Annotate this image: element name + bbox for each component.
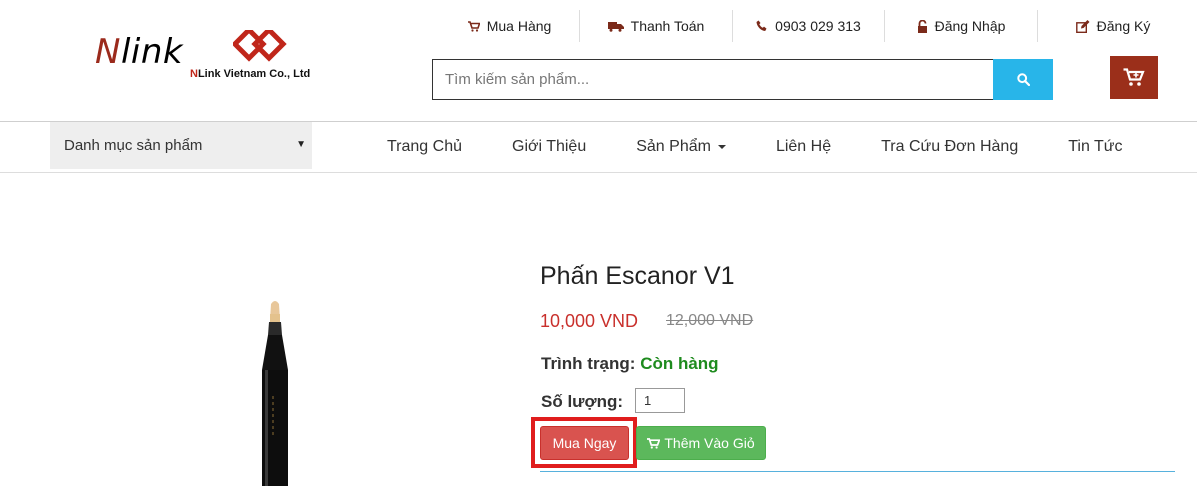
product-price: 10,000 VND xyxy=(540,311,639,331)
lock-icon xyxy=(917,19,927,33)
menu-tra-cuu-label: Tra Cứu Đơn Hàng xyxy=(881,138,1019,155)
logo-prefix: N xyxy=(95,32,121,72)
topnav-phone[interactable]: 0903 029 313 xyxy=(733,10,885,42)
quantity-label: Số lượng: xyxy=(541,392,623,411)
logo-sub-prefix: N xyxy=(190,68,198,80)
edit-icon xyxy=(1075,19,1090,33)
logo[interactable]: Nlink NLink Vietnam Co., Ltd xyxy=(95,30,345,90)
menu-trang-chu-label: Trang Chủ xyxy=(387,138,462,155)
menu-lien-he-label: Liên Hệ xyxy=(775,138,832,155)
top-nav: Mua Hàng Thanh Toán 0903 029 313 Đăng Nh… xyxy=(440,10,1188,42)
menu-trang-chu[interactable]: Trang Chủ xyxy=(362,138,487,156)
logo-main: link xyxy=(120,32,184,72)
header: Nlink NLink Vietnam Co., Ltd Mua Hàng Th… xyxy=(0,0,1197,121)
product-title: Phấn Escanor V1 xyxy=(540,262,735,290)
category-select-label: Danh mục sản phẩm xyxy=(64,137,203,154)
topnav-phone-label: 0903 029 313 xyxy=(775,18,861,34)
dropdown-caret-icon xyxy=(717,145,726,149)
topnav-thanh-toan[interactable]: Thanh Toán xyxy=(580,10,733,42)
stock-status-value: Còn hàng xyxy=(640,354,719,373)
cart-icon xyxy=(647,437,661,449)
buy-now-label: Mua Ngay xyxy=(552,435,617,451)
menu-tin-tuc-label: Tin Tức xyxy=(1068,138,1123,155)
cart-plus-icon xyxy=(1123,68,1145,86)
search-button[interactable] xyxy=(993,59,1053,100)
search-input[interactable] xyxy=(432,59,993,100)
topnav-dang-ky[interactable]: Đăng Ký xyxy=(1038,10,1188,42)
menu-tin-tuc[interactable]: Tin Tức xyxy=(1043,138,1147,156)
buy-now-button[interactable]: Mua Ngay xyxy=(540,426,629,460)
menu-gioi-thieu[interactable]: Giới Thiệu xyxy=(487,138,611,156)
topnav-dang-ky-label: Đăng Ký xyxy=(1096,18,1151,34)
search-bar xyxy=(432,59,1053,100)
logo-subtitle: NLink Vietnam Co., Ltd xyxy=(190,68,310,80)
cart-button[interactable] xyxy=(1110,56,1158,99)
topnav-thanh-toan-label: Thanh Toán xyxy=(630,18,705,34)
topnav-mua-hang-label: Mua Hàng xyxy=(486,18,552,34)
stock-status-label: Trình trạng: xyxy=(541,354,636,373)
menu-san-pham-label: Sản Phẩm xyxy=(636,138,711,155)
cart-icon xyxy=(467,20,480,32)
quantity-input[interactable] xyxy=(635,388,685,413)
topnav-mua-hang[interactable]: Mua Hàng xyxy=(440,10,580,42)
logo-text: Nlink xyxy=(95,32,183,72)
caret-down-icon: ▼ xyxy=(296,139,306,150)
menu-gioi-thieu-label: Giới Thiệu xyxy=(512,138,587,155)
main-navbar: Danh mục sản phẩm ▼ Trang Chủ Giới Thiệu… xyxy=(0,121,1197,173)
logo-sub-main: Link Vietnam Co., Ltd xyxy=(197,68,311,80)
topnav-dang-nhap-label: Đăng Nhập xyxy=(934,18,1006,34)
phone-icon xyxy=(756,20,767,31)
category-select[interactable]: Danh mục sản phẩm ▼ xyxy=(50,122,312,169)
add-to-cart-button[interactable]: Thêm Vào Giỏ xyxy=(636,426,766,460)
logo-mark-icon xyxy=(233,30,287,62)
search-icon xyxy=(1016,73,1030,86)
truck-icon xyxy=(607,21,624,32)
menu-lien-he[interactable]: Liên Hệ xyxy=(751,138,856,156)
section-divider xyxy=(540,471,1175,472)
menu-tra-cuu-don-hang[interactable]: Tra Cứu Đơn Hàng xyxy=(856,138,1043,156)
product-image[interactable] xyxy=(240,290,310,486)
add-to-cart-label: Thêm Vào Giỏ xyxy=(664,435,755,451)
topnav-dang-nhap[interactable]: Đăng Nhập xyxy=(885,10,1038,42)
menu-san-pham[interactable]: Sản Phẩm xyxy=(611,138,751,156)
main-menu: Trang Chủ Giới Thiệu Sản Phẩm Liên Hệ Tr… xyxy=(362,122,1148,172)
stock-status: Trình trạng: Còn hàng xyxy=(541,354,719,374)
product-old-price: 12,000 VND xyxy=(666,312,754,329)
